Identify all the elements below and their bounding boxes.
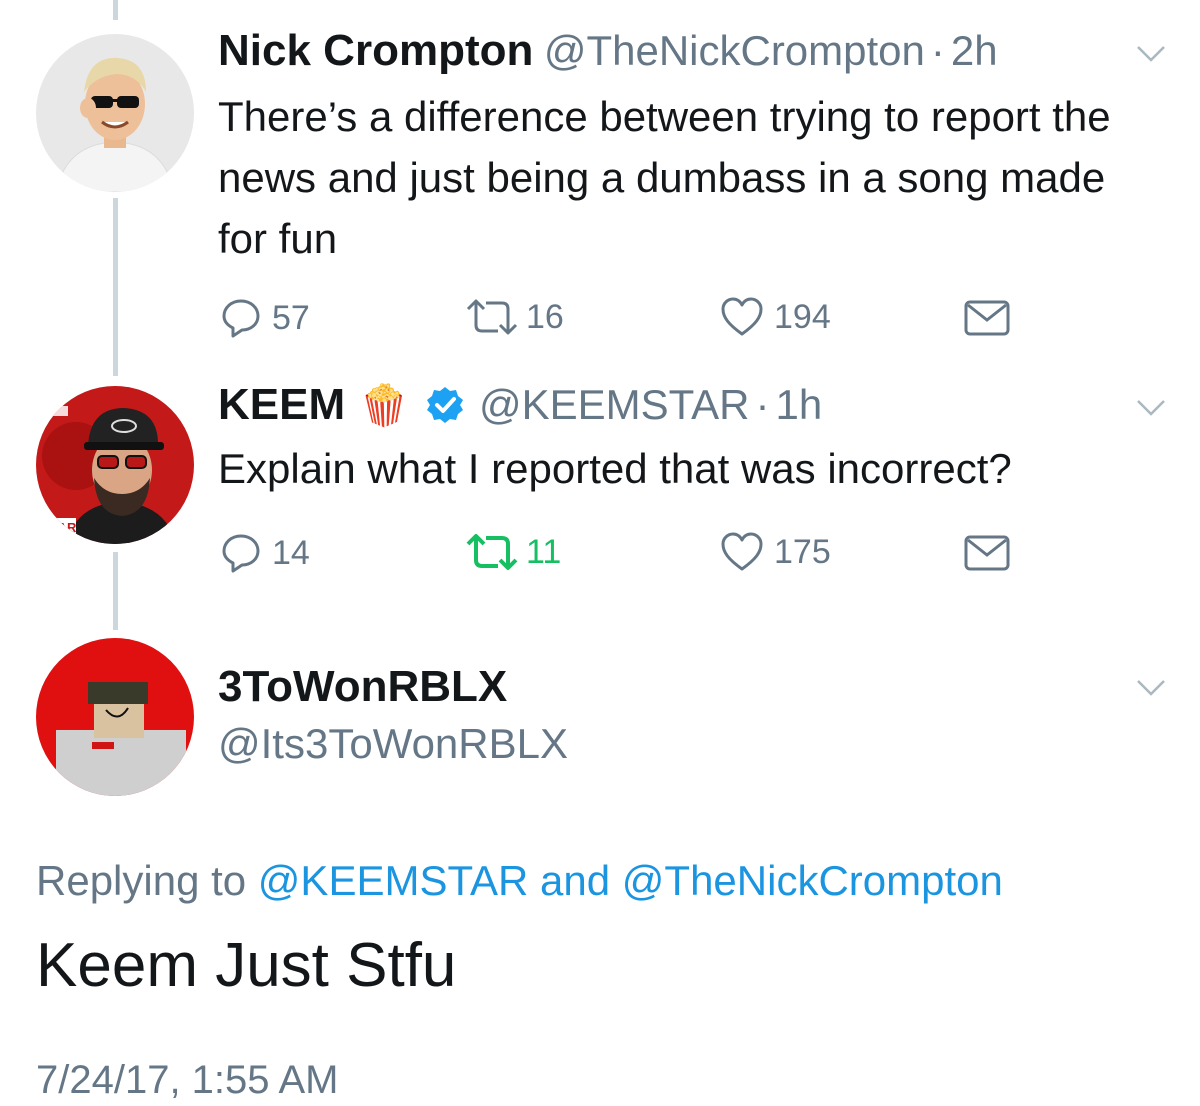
avatar-keem[interactable]: STAR <box>36 386 194 544</box>
user-handle[interactable]: @KEEMSTAR <box>479 381 750 429</box>
avatar-3towon-image <box>36 638 194 796</box>
reply-icon <box>222 299 260 338</box>
envelope-icon <box>964 300 1010 336</box>
mention-nickcrompton[interactable]: @TheNickCrompton <box>622 857 1003 904</box>
user-name[interactable]: 3ToWonRBLX <box>218 662 507 712</box>
user-handle[interactable]: @Its3ToWonRBLX <box>218 720 568 768</box>
user-handle[interactable]: @TheNickCrompton <box>544 27 925 74</box>
message-button[interactable] <box>964 535 1010 571</box>
tweet-time[interactable]: 2h <box>951 27 998 74</box>
replying-to-label: Replying to <box>36 857 247 904</box>
verified-badge-icon <box>426 387 463 423</box>
separator-dot: · <box>755 381 770 428</box>
message-button[interactable] <box>964 300 1010 336</box>
retweet-count: 16 <box>526 297 564 336</box>
reply-count: 57 <box>272 298 310 337</box>
retweet-icon <box>466 299 518 335</box>
reply-icon <box>222 534 260 573</box>
reply-button[interactable]: 57 <box>220 297 310 339</box>
chevron-down-icon[interactable] <box>1136 678 1166 698</box>
user-name[interactable]: KEEM <box>218 380 345 430</box>
tweet-text: Keem Just Stfu <box>36 931 457 1000</box>
like-count: 194 <box>774 297 831 336</box>
reply-button[interactable]: 14 <box>220 532 310 574</box>
retweet-button[interactable]: 11 <box>464 532 561 572</box>
retweet-button[interactable]: 16 <box>464 297 564 337</box>
tweet-text: Explain what I reported that was incorre… <box>218 445 1012 492</box>
thread-line-top <box>113 0 118 20</box>
replying-and: and <box>540 857 611 904</box>
avatar-keem-image: STAR <box>36 386 194 544</box>
popcorn-emoji: 🍿 <box>359 383 409 428</box>
mention-keemstar[interactable]: @KEEMSTAR <box>258 857 529 904</box>
heart-icon <box>721 297 763 336</box>
replying-to-line: Replying to @KEEMSTAR and @TheNickCrompt… <box>36 857 1003 905</box>
tweet-text: There’s a difference between trying to r… <box>218 93 1111 262</box>
tweet-time[interactable]: 1h <box>776 381 823 429</box>
heart-icon <box>721 532 763 571</box>
retweet-count: 11 <box>526 532 562 571</box>
tweet-timestamp[interactable]: 7/24/17, 1:55 AM <box>36 1058 338 1103</box>
tweet-header-nick: Nick Crompton @TheNickCrompton · 2h <box>218 26 998 76</box>
user-name[interactable]: Nick Crompton <box>218 26 533 75</box>
envelope-icon <box>964 535 1010 571</box>
thread-line-1 <box>113 198 118 376</box>
tweet-header-keem: KEEM 🍿 @KEEMSTAR · 1h <box>218 380 822 430</box>
separator-dot: · <box>930 27 945 74</box>
thread-line-2 <box>113 552 118 630</box>
like-button[interactable]: 175 <box>720 532 831 572</box>
avatar-keem-text: STAR <box>42 520 77 535</box>
like-count: 175 <box>774 532 831 571</box>
like-button[interactable]: 194 <box>720 297 831 337</box>
avatar-3towon[interactable] <box>36 638 194 796</box>
avatar-nick[interactable] <box>36 34 194 192</box>
retweet-icon <box>466 534 518 570</box>
chevron-down-icon[interactable] <box>1136 398 1166 418</box>
reply-count: 14 <box>272 533 310 572</box>
chevron-down-icon[interactable] <box>1136 44 1166 64</box>
avatar-nick-image <box>36 34 194 192</box>
